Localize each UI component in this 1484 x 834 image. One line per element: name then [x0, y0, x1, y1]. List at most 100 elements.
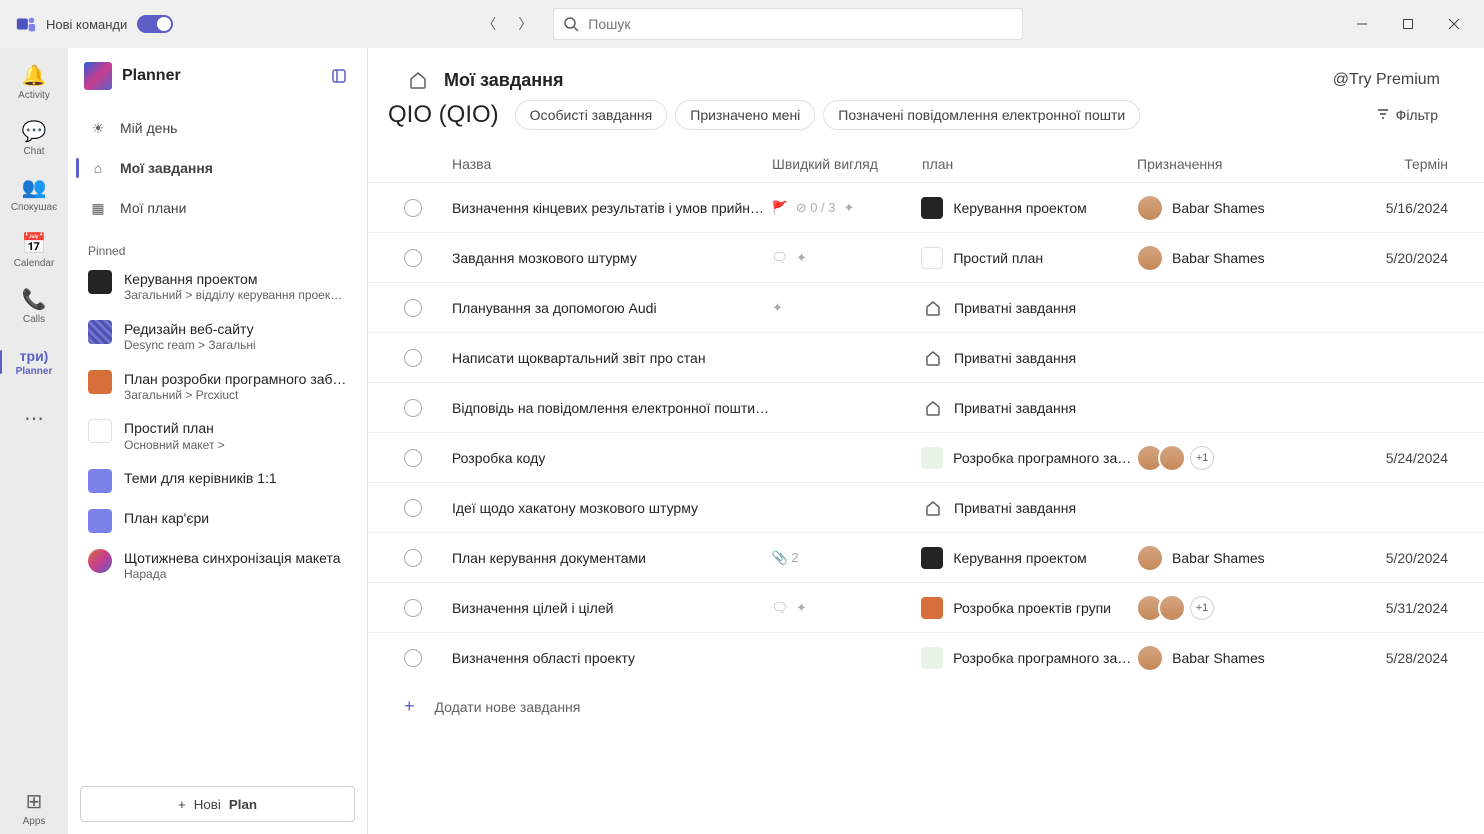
- more-assignees-badge[interactable]: +1: [1190, 596, 1214, 620]
- tab-assigned[interactable]: Призначено мені: [675, 100, 815, 130]
- task-complete-checkbox[interactable]: [404, 649, 422, 667]
- col-name[interactable]: Назва: [452, 156, 772, 172]
- task-row[interactable]: Визначення області проекту Розробка прог…: [368, 632, 1484, 682]
- task-row[interactable]: План керування документами 📎 2 Керування…: [368, 532, 1484, 582]
- breadcrumb-home-icon[interactable]: [404, 66, 432, 94]
- task-row[interactable]: Розробка коду Розробка програмного забез…: [368, 432, 1484, 482]
- task-complete-checkbox[interactable]: [404, 449, 422, 467]
- task-plan: Керування проектом: [953, 550, 1086, 566]
- sidebar-pinned-item[interactable]: План кар'єри: [76, 501, 359, 541]
- col-plan[interactable]: план: [922, 156, 1137, 172]
- sidebar-pinned-item[interactable]: План розробки програмного забезпеченняЗа…: [76, 362, 359, 412]
- task-name: Планування за допомогою Audi: [452, 300, 657, 316]
- window-maximize-button[interactable]: [1386, 8, 1430, 40]
- task-due-date: 5/28/2024: [1386, 650, 1448, 666]
- task-complete-checkbox[interactable]: [404, 399, 422, 417]
- task-plan: Розробка програмного забезпечення: [953, 650, 1136, 666]
- nav-my-plans[interactable]: ▦Мої плани: [76, 188, 359, 228]
- rail-activity[interactable]: 🔔Activity: [6, 56, 62, 108]
- task-due-date: 5/20/2024: [1386, 550, 1448, 566]
- avatar: [1158, 444, 1186, 472]
- task-plan: Приватні завдання: [954, 500, 1076, 516]
- rail-teams[interactable]: 👥Спокушає: [6, 168, 62, 220]
- search-input[interactable]: [553, 8, 1023, 40]
- task-name: Визначення області проекту: [452, 650, 635, 666]
- calendar-icon: 📅: [22, 231, 47, 256]
- assignee-name: Babar Shames: [1172, 200, 1265, 216]
- add-task-button[interactable]: +Додати нове завдання: [368, 682, 1484, 731]
- task-name: Ідеї щодо хакатону мозкового штурму: [452, 500, 698, 516]
- task-row[interactable]: Планування за допомогою Audi ✦ Приватні …: [368, 282, 1484, 332]
- rail-calendar[interactable]: 📅Calendar: [6, 224, 62, 276]
- rail-more[interactable]: ⋯: [6, 392, 62, 444]
- filter-icon: [1376, 107, 1390, 124]
- task-complete-checkbox[interactable]: [404, 299, 422, 317]
- filter-button[interactable]: Фільтр: [1366, 101, 1448, 130]
- task-row[interactable]: Написати щоквартальний звіт про стан При…: [368, 332, 1484, 382]
- task-row[interactable]: Визначення кінцевих результатів і умов п…: [368, 182, 1484, 232]
- task-row[interactable]: Ідеї щодо хакатону мозкового штурму Прив…: [368, 482, 1484, 532]
- nav-back-button[interactable]: 〈: [473, 8, 505, 40]
- nav-forward-button[interactable]: 〉: [509, 8, 541, 40]
- sun-icon: ☀: [88, 118, 108, 138]
- task-row[interactable]: Завдання мозкового штурму 🗨✦ Простий пла…: [368, 232, 1484, 282]
- task-complete-checkbox[interactable]: [404, 249, 422, 267]
- sidebar-pinned-item[interactable]: Простий планОсновний макет >: [76, 411, 359, 461]
- planner-logo-icon: [84, 62, 112, 90]
- window-minimize-button[interactable]: [1340, 8, 1384, 40]
- task-name: Завдання мозкового штурму: [452, 250, 637, 266]
- sidebar-pinned-item[interactable]: Редизайн веб-сайтуDesync ream > Загальні: [76, 312, 359, 362]
- plus-icon: +: [178, 797, 186, 812]
- more-assignees-badge[interactable]: +1: [1190, 446, 1214, 470]
- spark-icon: ✦: [772, 300, 783, 316]
- task-complete-checkbox[interactable]: [404, 499, 422, 517]
- private-plan-icon: [922, 497, 944, 519]
- private-plan-icon: [922, 297, 944, 319]
- titlebar: Нові команди 〈 〉: [0, 0, 1484, 48]
- assignee-name: Babar Shames: [1172, 650, 1265, 666]
- rail-planner[interactable]: три)Planner: [6, 336, 62, 388]
- task-complete-checkbox[interactable]: [404, 349, 422, 367]
- tab-flagged[interactable]: Позначені повідомлення електронної пошти: [823, 100, 1140, 130]
- task-plan: Приватні завдання: [954, 350, 1076, 366]
- assignee-name: Babar Shames: [1172, 550, 1265, 566]
- task-plan: Простий план: [953, 250, 1043, 266]
- plan-color-icon: [921, 247, 943, 269]
- task-complete-checkbox[interactable]: [404, 599, 422, 617]
- rail-apps[interactable]: ⊞Apps: [6, 782, 62, 834]
- plan-color-icon: [88, 549, 112, 573]
- popout-button[interactable]: [327, 64, 351, 88]
- new-plan-button[interactable]: + Нові Plan: [80, 786, 355, 822]
- sidebar-pinned-item[interactable]: Керування проектомЗагальний > відділу ке…: [76, 262, 359, 312]
- note-icon: 🗨: [772, 250, 789, 266]
- sidebar-pinned-item[interactable]: Теми для керівників 1:1: [76, 461, 359, 501]
- plan-color-icon: [88, 509, 112, 533]
- plan-color-icon: [88, 419, 112, 443]
- plan-color-icon: [921, 647, 943, 669]
- col-quick[interactable]: Швидкий вигляд: [772, 156, 922, 172]
- task-row[interactable]: Відповідь на повідомлення електронної по…: [368, 382, 1484, 432]
- rail-chat[interactable]: 💬Chat: [6, 112, 62, 164]
- task-row[interactable]: Визначення цілей і цілей 🗨✦ Розробка про…: [368, 582, 1484, 632]
- nav-my-tasks[interactable]: ⌂Мої завдання: [76, 148, 359, 188]
- nav-my-day[interactable]: ☀Мій день: [76, 108, 359, 148]
- col-assign[interactable]: Призначення: [1137, 156, 1387, 172]
- col-due[interactable]: Термін: [1387, 156, 1448, 172]
- try-premium-link[interactable]: @Try Premium: [1333, 71, 1440, 89]
- window-close-button[interactable]: [1432, 8, 1476, 40]
- task-name: План керування документами: [452, 550, 646, 566]
- sidebar-pinned-item[interactable]: Щотижнева синхронізація макетаНарада: [76, 541, 359, 591]
- new-teams-toggle[interactable]: [137, 15, 173, 33]
- planner-icon: три): [20, 348, 49, 364]
- task-name: Визначення цілей і цілей: [452, 600, 614, 616]
- task-plan: Керування проектом: [953, 200, 1086, 216]
- rail-calls[interactable]: 📞Calls: [6, 280, 62, 332]
- tab-private[interactable]: Особисті завдання: [515, 100, 668, 130]
- task-complete-checkbox[interactable]: [404, 199, 422, 217]
- main-content: Мої завдання @Try Premium QIO (QIO) Особ…: [368, 48, 1484, 834]
- task-complete-checkbox[interactable]: [404, 549, 422, 567]
- plan-color-icon: [921, 547, 943, 569]
- task-due-date: 5/24/2024: [1386, 450, 1448, 466]
- table-header: Назва Швидкий вигляд план Призначення Те…: [368, 140, 1484, 182]
- spark-icon: ✦: [796, 600, 807, 616]
